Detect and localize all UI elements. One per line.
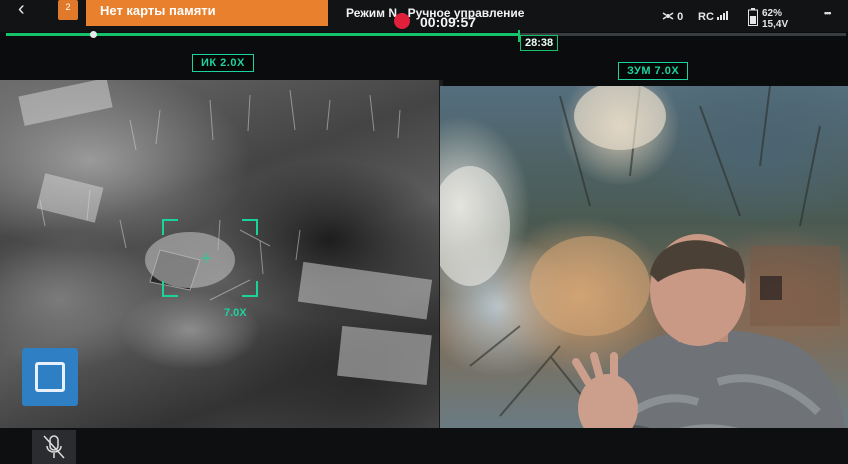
drone-signal-icon (662, 12, 674, 20)
record-time: 00:09:57 (420, 14, 477, 30)
more-dots-icon: ••• (824, 8, 832, 18)
drone-signal-status: 0 (662, 10, 683, 23)
zoom-camera-label[interactable]: ЗУМ 7.0X (618, 62, 689, 80)
notification-badge[interactable]: 2 (58, 0, 78, 20)
warning-banner[interactable]: Нет карты памяти (86, 0, 328, 26)
mic-button[interactable] (32, 430, 76, 464)
target-bracket-top-right (242, 219, 258, 235)
timeline-track[interactable] (6, 33, 846, 36)
record-indicator[interactable] (394, 13, 410, 29)
camera-switch-icon (35, 362, 65, 392)
rc-label: RC (698, 11, 714, 23)
battery-status: 62% 15,4V (748, 8, 788, 30)
ir-zoom-value: 7.0X (224, 307, 247, 319)
ir-camera-label[interactable]: ИК 2.0X (192, 54, 254, 72)
target-bracket-top-left (162, 219, 178, 235)
crosshair-icon (201, 253, 211, 263)
target-bracket-bottom-left (162, 281, 178, 297)
back-button[interactable]: ‹ (18, 0, 44, 22)
rc-signal-bars-icon (716, 11, 728, 20)
timeline-time-label: 28:38 (520, 35, 559, 51)
target-bracket-bottom-right (242, 281, 258, 297)
mic-muted-icon (43, 435, 65, 459)
more-menu-button[interactable]: ••• (824, 8, 832, 18)
chevron-left-icon: ‹ (18, 0, 25, 20)
timeline-handle[interactable] (90, 31, 97, 38)
top-bar: ‹ 2 Нет карты памяти Режим N - Ручное уп… (0, 0, 848, 32)
battery-icon (748, 8, 758, 26)
timeline-progress (6, 33, 519, 36)
signal-value: 0 (677, 11, 684, 23)
camera-switch-button[interactable] (22, 348, 78, 406)
bottom-bar (0, 428, 848, 464)
rc-status: RC (698, 10, 729, 23)
